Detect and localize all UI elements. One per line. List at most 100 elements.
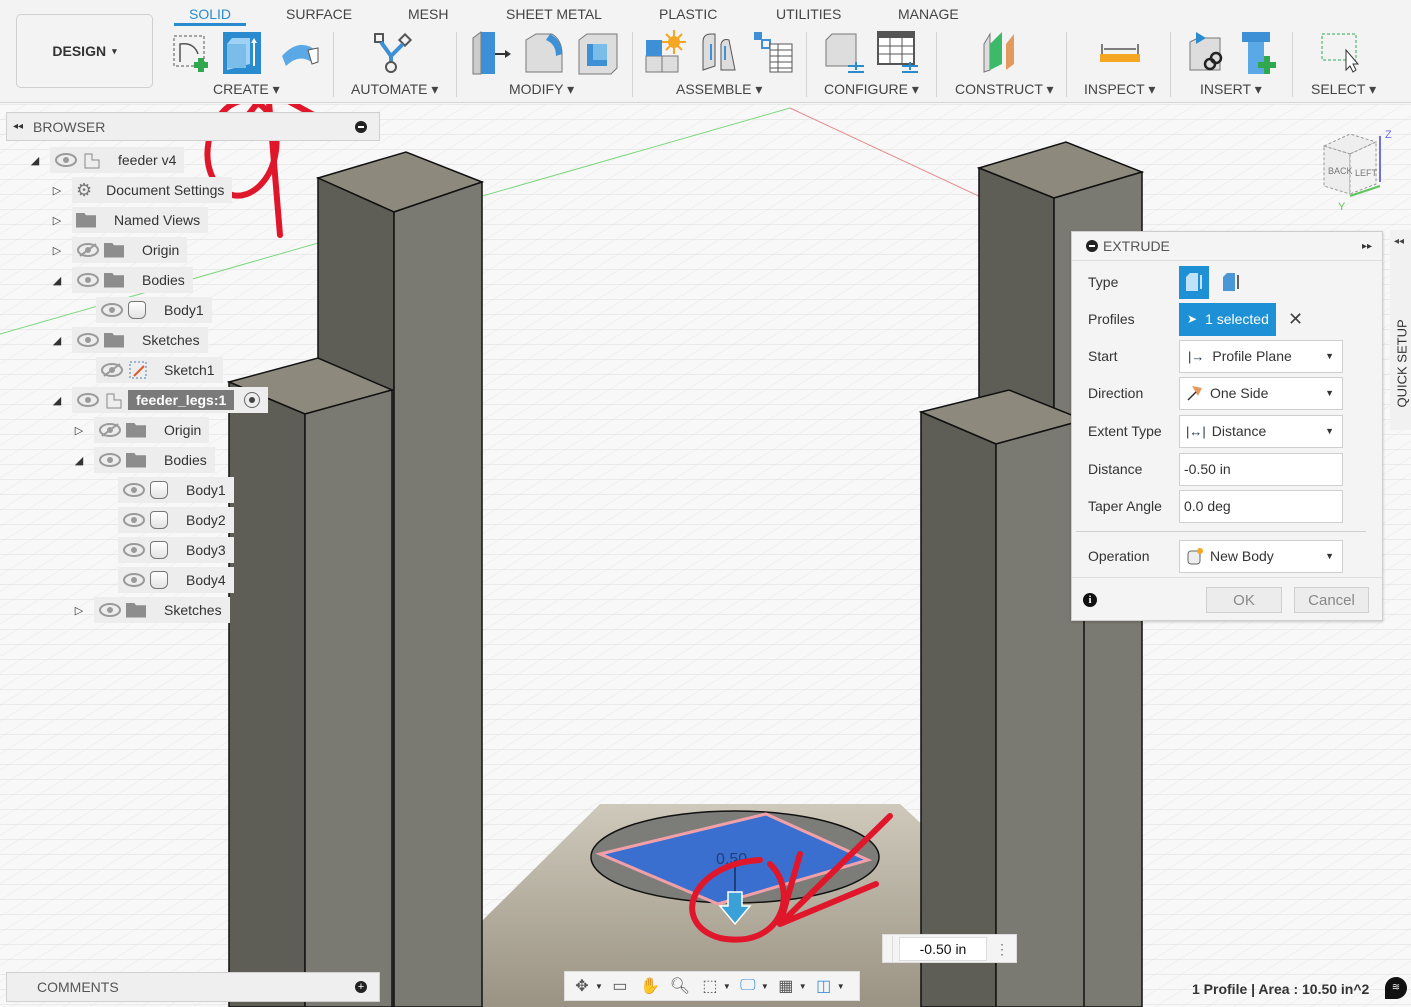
tab-sheet-metal[interactable]: SHEET METAL [506, 6, 602, 22]
sketch-palette-icon[interactable]: ≋ [1385, 977, 1407, 999]
expand-icon[interactable]: ◂◂ [1394, 236, 1404, 247]
browser-node[interactable]: ▷ ⚙ Document Settings [50, 177, 233, 203]
type-solid-button[interactable] [1179, 265, 1209, 299]
visibility-off-icon[interactable] [76, 243, 100, 257]
info-icon[interactable]: i [1083, 593, 1097, 607]
tab-solid[interactable]: SOLID [189, 6, 231, 22]
configuration-table-icon[interactable] [876, 30, 920, 76]
visibility-icon[interactable] [76, 333, 100, 347]
visibility-icon[interactable] [76, 393, 100, 407]
chevron-down-icon[interactable]: ▼ [799, 982, 807, 991]
zoom-icon[interactable]: 🔍︎ [667, 975, 693, 997]
construct-menu[interactable]: CONSTRUCT ▾ [955, 81, 1054, 98]
revolve-icon[interactable] [278, 30, 322, 76]
insert-derive-icon[interactable] [1184, 30, 1228, 76]
visibility-icon[interactable] [98, 603, 122, 617]
visibility-icon[interactable] [122, 543, 146, 557]
viewports-icon[interactable]: ◫ [811, 975, 837, 997]
browser-node[interactable]: ◢ Bodies [72, 447, 215, 473]
browser-node[interactable]: ▷ Named Views [50, 207, 209, 233]
pin-dialog-icon[interactable]: ▸▸ [1362, 241, 1372, 252]
more-options-icon[interactable]: ⋮ [995, 942, 1009, 956]
tab-utilities[interactable]: UTILITIES [776, 6, 841, 22]
browser-node[interactable]: Body1 [74, 297, 212, 323]
tab-surface[interactable]: SURFACE [286, 6, 352, 22]
browser-node[interactable]: Body3 [96, 537, 234, 563]
visibility-icon[interactable] [54, 153, 78, 167]
quick-setup-panel[interactable]: ◂◂ QUICK SETUP [1390, 230, 1411, 430]
minimize-icon[interactable] [355, 120, 367, 133]
browser-node[interactable]: ▷ Sketches [72, 597, 230, 623]
taper-angle-input[interactable]: 0.0 deg [1179, 489, 1343, 523]
joint-icon[interactable] [697, 30, 741, 76]
expand-icon[interactable]: ▷ [50, 244, 64, 257]
select-menu[interactable]: SELECT ▾ [1311, 81, 1376, 98]
modify-menu[interactable]: MODIFY ▾ [509, 81, 574, 98]
browser-node[interactable]: ▷ Origin [72, 417, 210, 443]
extrude-header[interactable]: EXTRUDE ▸▸ [1072, 232, 1382, 261]
comments-panel[interactable]: COMMENTS + [6, 972, 380, 1002]
browser-node[interactable]: Body2 [96, 507, 234, 533]
browser-node[interactable]: ▷ Origin [50, 237, 188, 263]
inspect-menu[interactable]: INSPECT ▾ [1084, 81, 1155, 98]
shell-icon[interactable] [575, 30, 619, 76]
automate-icon[interactable] [371, 30, 415, 76]
operation-select[interactable]: New Body ▼ [1179, 539, 1343, 573]
chevron-down-icon[interactable]: ▼ [723, 982, 731, 991]
ok-button[interactable]: OK [1206, 587, 1282, 613]
chevron-down-icon[interactable]: ▼ [595, 982, 603, 991]
visibility-icon[interactable] [122, 483, 146, 497]
profiles-selection[interactable]: ➤ 1 selected [1179, 302, 1276, 336]
offset-plane-icon[interactable] [980, 30, 1024, 76]
collapse-icon[interactable]: ◢ [72, 454, 86, 467]
browser-node[interactable]: ◢ Bodies [50, 267, 193, 293]
chevron-down-icon[interactable]: ▼ [837, 982, 845, 991]
fillet-icon[interactable] [522, 30, 566, 76]
start-select[interactable]: |→ Profile Plane ▼ [1179, 339, 1343, 373]
visibility-off-icon[interactable] [98, 423, 122, 437]
extrude-icon[interactable] [218, 30, 262, 76]
browser-node[interactable]: ◢ feeder_legs:1 [50, 387, 269, 413]
expand-icon[interactable]: ▷ [72, 424, 86, 437]
collapse-icon[interactable]: ◢ [28, 154, 42, 167]
create-sketch-icon[interactable] [170, 30, 214, 76]
insert-menu[interactable]: INSERT ▾ [1200, 81, 1262, 98]
create-menu[interactable]: CREATE ▾ [213, 81, 280, 98]
configure-menu[interactable]: CONFIGURE ▾ [824, 81, 919, 98]
visibility-icon[interactable] [76, 273, 100, 287]
look-at-icon[interactable]: ▭ [607, 975, 633, 997]
collapse-icon[interactable]: ◢ [50, 334, 64, 347]
measure-icon[interactable] [1098, 30, 1142, 76]
collapse-icon[interactable]: ◢ [50, 274, 64, 287]
browser-node[interactable]: ◢ Sketches [50, 327, 208, 353]
visibility-icon[interactable] [98, 453, 122, 467]
browser-node[interactable]: Body4 [96, 567, 234, 593]
tab-mesh[interactable]: MESH [408, 6, 448, 22]
zoom-window-icon[interactable]: ⬚ [697, 975, 723, 997]
browser-node[interactable]: Body1 [96, 477, 234, 503]
browser-node[interactable]: ◢ feeder v4 [28, 147, 185, 173]
canvas-distance-input[interactable]: -0.50 in [899, 936, 987, 961]
configure-icon[interactable] [822, 30, 866, 76]
visibility-icon[interactable] [122, 573, 146, 587]
expand-icon[interactable]: ▷ [72, 604, 86, 617]
assemble-menu[interactable]: ASSEMBLE ▾ [676, 81, 762, 98]
visibility-icon[interactable] [122, 513, 146, 527]
insert-fastener-icon[interactable] [1238, 30, 1282, 76]
browser-header[interactable]: ◂◂ BROWSER [6, 112, 380, 141]
automate-menu[interactable]: AUTOMATE ▾ [351, 81, 438, 98]
collapse-dialog-icon[interactable] [1086, 240, 1098, 252]
viewcube-face-left[interactable]: LEFT [1355, 168, 1378, 178]
clear-selection-icon[interactable]: ✕ [1288, 309, 1303, 330]
extent-type-select[interactable]: |↔| Distance ▼ [1179, 414, 1343, 448]
collapse-icon[interactable]: ◢ [50, 394, 64, 407]
press-pull-icon[interactable] [469, 30, 513, 76]
expand-icon[interactable]: ▷ [50, 184, 64, 197]
tab-plastic[interactable]: PLASTIC [659, 6, 717, 22]
visibility-icon[interactable] [100, 303, 124, 317]
grid-settings-icon[interactable]: ▦ [773, 975, 799, 997]
select-window-icon[interactable] [1318, 30, 1362, 76]
collapse-icon[interactable]: ◂◂ [13, 121, 23, 132]
cancel-button[interactable]: Cancel [1294, 587, 1369, 613]
direction-select[interactable]: One Side ▼ [1179, 376, 1343, 410]
